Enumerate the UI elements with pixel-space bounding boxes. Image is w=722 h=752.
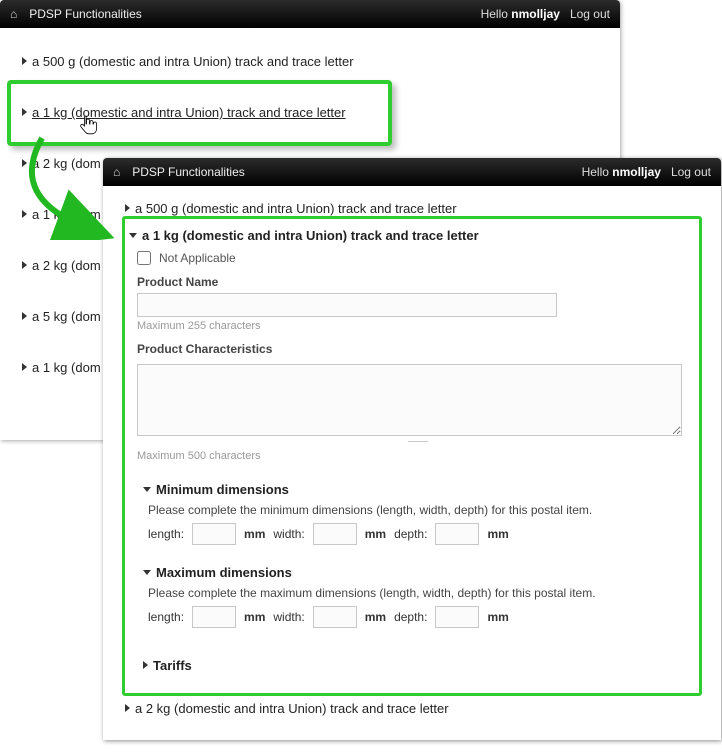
app-title: PDSP Functionalities [29,7,142,21]
logout-link[interactable]: Log out [570,7,610,21]
chevron-right-icon [125,204,130,212]
hello-prefix: Hello [582,165,609,179]
username: nmolljay [612,165,661,179]
chevron-right-icon [143,661,148,669]
item-label: a 1 kg (domestic and intra Union) track … [32,105,346,120]
expanded-item: a 1 kg (domestic and intra Union) track … [129,228,699,673]
unit-label: mm [244,527,265,541]
width-label: width: [273,610,304,624]
min-dim-instr: Please complete the minimum dimensions (… [148,503,699,517]
min-dim-title: Minimum dimensions [156,482,289,497]
product-name-label: Product Name [137,275,699,289]
product-name-hint: Maximum 255 characters [137,320,699,332]
list-item[interactable]: a 2 kg (domestic and intra Union) track … [125,701,699,716]
chevron-right-icon [125,704,130,712]
item-label: a 500 g (domestic and intra Union) track… [32,54,354,69]
max-dimensions-row: length: mm width: mm depth: mm [148,606,699,628]
topbar-front: ⌂ PDSP Functionalities Hello nmolljay Lo… [103,158,721,186]
not-applicable-label: Not Applicable [159,251,236,265]
chevron-right-icon [22,363,27,371]
list-item[interactable]: a 500 g (domestic and intra Union) track… [125,201,699,216]
item-label: a 1 kg (dom [32,360,101,375]
item-label: a 2 kg (dom [32,258,101,273]
chevron-right-icon [22,312,27,320]
chevron-right-icon [22,108,27,116]
home-icon[interactable]: ⌂ [113,165,120,179]
form-area: Not Applicable Product Name Maximum 255 … [129,251,699,673]
unit-label: mm [365,527,386,541]
item-label: a 2 kg (domestic and intra Union) track … [135,701,449,716]
unit-label: mm [244,610,265,624]
min-dimensions-header[interactable]: Minimum dimensions [143,482,699,497]
product-characteristics-input[interactable] [137,364,682,436]
length-label: length: [148,610,184,624]
chevron-right-icon [22,57,27,65]
max-dimensions-section: Maximum dimensions Please complete the m… [143,565,699,628]
min-dimensions-section: Minimum dimensions Please complete the m… [143,482,699,545]
home-icon[interactable]: ⌂ [10,7,17,21]
front-content: a 500 g (domestic and intra Union) track… [103,186,721,740]
min-length-input[interactable] [192,523,236,545]
length-label: length: [148,527,184,541]
username: nmolljay [511,7,560,21]
product-name-input[interactable] [137,293,557,317]
chevron-right-icon [22,159,27,167]
not-applicable-row: Not Applicable [137,251,699,265]
item-label: a 500 g (domestic and intra Union) track… [135,201,457,216]
unit-label: mm [487,610,508,624]
max-dim-instr: Please complete the maximum dimensions (… [148,586,699,600]
max-dim-title: Maximum dimensions [156,565,292,580]
tariffs-title: Tariffs [153,658,192,673]
max-width-input[interactable] [313,606,357,628]
product-characteristics-label: Product Characteristics [137,342,699,356]
item-label: a 5 kg (dom [32,309,101,324]
hello-text: Hello nmolljay [582,165,661,179]
chevron-right-icon [22,210,27,218]
product-characteristics-hint: Maximum 500 characters [137,450,699,462]
chevron-down-icon [143,487,151,492]
logout-link[interactable]: Log out [671,165,711,179]
item-label: a 2 kg (dom [32,156,101,171]
topbar-back: ⌂ PDSP Functionalities Hello nmolljay Lo… [0,0,620,28]
chevron-down-icon [129,233,137,238]
resize-handle-icon[interactable] [405,441,431,447]
window-front: ⌂ PDSP Functionalities Hello nmolljay Lo… [103,158,721,740]
max-dimensions-header[interactable]: Maximum dimensions [143,565,699,580]
expanded-header[interactable]: a 1 kg (domestic and intra Union) track … [129,228,699,243]
expanded-title: a 1 kg (domestic and intra Union) track … [142,228,479,243]
chevron-down-icon [143,570,151,575]
chevron-right-icon [22,261,27,269]
app-title: PDSP Functionalities [132,165,245,179]
tariffs-section: Tariffs [143,658,699,673]
max-length-input[interactable] [192,606,236,628]
min-width-input[interactable] [313,523,357,545]
min-depth-input[interactable] [435,523,479,545]
unit-label: mm [365,610,386,624]
min-dimensions-row: length: mm width: mm depth: mm [148,523,699,545]
hello-text: Hello nmolljay [481,7,560,21]
depth-label: depth: [394,527,427,541]
list-item-highlighted[interactable]: a 1 kg (domestic and intra Union) track … [22,105,598,120]
item-label: a 1 kg (dom [32,207,101,222]
unit-label: mm [487,527,508,541]
tariffs-header[interactable]: Tariffs [143,658,699,673]
width-label: width: [273,527,304,541]
max-depth-input[interactable] [435,606,479,628]
hello-prefix: Hello [481,7,508,21]
list-item[interactable]: a 500 g (domestic and intra Union) track… [22,54,598,69]
not-applicable-checkbox[interactable] [137,251,151,265]
depth-label: depth: [394,610,427,624]
